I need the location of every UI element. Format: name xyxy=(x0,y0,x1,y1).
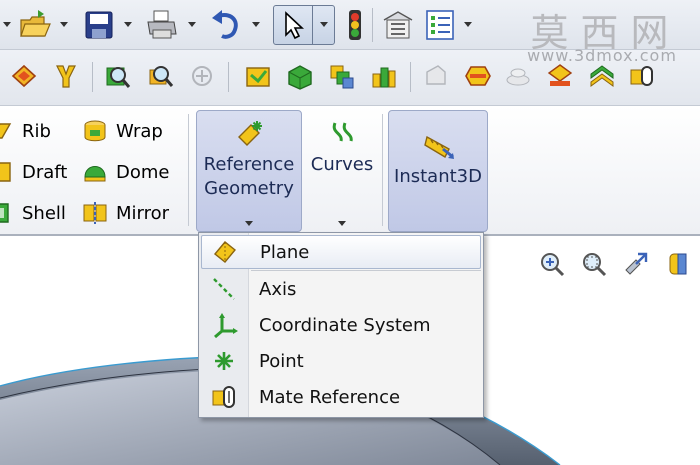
revolved-cut-icon[interactable] xyxy=(286,62,314,90)
lofted-cut-icon[interactable] xyxy=(370,62,398,90)
select-divider xyxy=(312,5,313,45)
extruded-cut-icon[interactable] xyxy=(244,62,272,90)
sweep-magnifier-icon[interactable] xyxy=(104,62,132,90)
toolbar-separator xyxy=(228,62,229,92)
extrude-diamond-icon[interactable] xyxy=(10,62,38,90)
save-icon[interactable] xyxy=(82,8,116,42)
reference-geometry-menu: Plane Axis Coordinate System Point Mate … xyxy=(198,232,484,418)
command-separator xyxy=(382,114,383,226)
instant3d-button[interactable]: Instant3D xyxy=(388,110,488,232)
open-folder-icon[interactable] xyxy=(18,8,54,42)
stacked-chevron-icon[interactable] xyxy=(588,62,616,90)
curves-dropdown-arrow-icon[interactable] xyxy=(338,221,346,226)
menu-item-plane[interactable]: Plane xyxy=(201,235,481,269)
section-view-icon[interactable] xyxy=(664,250,692,278)
reference-geometry-icon xyxy=(238,121,262,146)
toolbar-separator xyxy=(410,62,411,92)
menu-item-axis-label: Axis xyxy=(259,278,297,300)
traffic-light-icon[interactable] xyxy=(344,8,366,42)
print-icon[interactable] xyxy=(144,8,180,42)
features-toolbar: www.3dmox.com xyxy=(0,46,700,106)
coordinate-system-icon xyxy=(214,313,238,339)
menu-item-plane-label: Plane xyxy=(260,241,310,263)
command-separator xyxy=(188,114,189,226)
watermark-url: www.3dmox.com xyxy=(527,46,677,65)
fillet-disabled-icon[interactable] xyxy=(422,62,450,90)
draft-button[interactable]: Draft xyxy=(0,157,67,187)
zoom-to-fit-icon[interactable] xyxy=(538,250,566,278)
command-manager: Rib Draft Shell Wrap Dome Mirror Referen… xyxy=(0,106,700,236)
menu-item-coordinate-system-label: Coordinate System xyxy=(259,314,431,336)
previous-view-icon[interactable] xyxy=(622,250,650,278)
linear-pattern-disabled-icon[interactable] xyxy=(504,62,532,90)
rib-button[interactable]: Rib xyxy=(0,116,51,146)
menu-item-axis[interactable]: Axis xyxy=(201,272,481,306)
menu-item-point[interactable]: Point xyxy=(201,344,481,378)
save-dropdown-arrow-icon[interactable] xyxy=(124,22,132,27)
curves-button[interactable]: Curves xyxy=(306,110,378,232)
dome-label: Dome xyxy=(116,161,170,183)
boundary-disabled-icon[interactable] xyxy=(188,62,216,90)
menu-item-coordinate-system[interactable]: Coordinate System xyxy=(201,308,481,342)
point-icon xyxy=(215,352,233,370)
hole-wizard-icon[interactable] xyxy=(546,62,574,90)
mate-reference-icon xyxy=(212,386,235,408)
mate-bracket-icon[interactable] xyxy=(628,62,656,90)
toolbar-separator xyxy=(92,62,93,92)
swept-cut-icon[interactable] xyxy=(328,62,356,90)
dome-button[interactable]: Dome xyxy=(82,157,169,187)
mirror-label: Mirror xyxy=(116,202,170,224)
wrap-icon xyxy=(84,120,106,142)
dome-icon xyxy=(84,166,106,182)
rib-icon xyxy=(0,123,12,139)
select-arrow-icon xyxy=(285,11,305,40)
open-dropdown-arrow-icon[interactable] xyxy=(60,22,68,27)
menu-item-mate-reference[interactable]: Mate Reference xyxy=(201,380,481,414)
menu-item-point-label: Point xyxy=(259,350,304,372)
reference-geometry-label-line2: Geometry xyxy=(204,178,294,199)
plane-icon xyxy=(214,241,236,263)
instant3d-label: Instant3D xyxy=(394,166,482,187)
draft-label: Draft xyxy=(22,161,68,183)
draft-icon xyxy=(0,162,11,182)
menu-divider xyxy=(251,270,481,271)
standard-toolbar: 莫西网 xyxy=(0,0,700,55)
undo-dropdown-arrow-icon[interactable] xyxy=(252,22,260,27)
revolve-fork-icon[interactable] xyxy=(52,62,80,90)
file-properties-icon[interactable] xyxy=(380,8,416,42)
wrap-button[interactable]: Wrap xyxy=(82,116,163,146)
shell-button[interactable]: Shell xyxy=(0,198,66,228)
reference-geometry-button[interactable]: Reference Geometry xyxy=(196,110,302,232)
dropdown-arrow-icon[interactable] xyxy=(3,22,11,27)
select-dropdown-arrow-icon[interactable] xyxy=(320,22,328,27)
wrap-label: Wrap xyxy=(116,120,163,142)
reference-geometry-dropdown-arrow-icon[interactable] xyxy=(245,221,253,226)
toolbar-separator xyxy=(372,8,373,42)
rib-label: Rib xyxy=(22,120,51,142)
print-dropdown-arrow-icon[interactable] xyxy=(188,22,196,27)
curves-icon xyxy=(332,122,353,142)
reference-geometry-label-line1: Reference xyxy=(203,154,295,175)
menu-item-mate-reference-label: Mate Reference xyxy=(259,386,401,408)
options-list-icon[interactable] xyxy=(424,8,456,42)
chamfer-hex-icon[interactable] xyxy=(464,62,492,90)
loft-magnifier-icon[interactable] xyxy=(146,62,174,90)
options-dropdown-arrow-icon[interactable] xyxy=(464,22,472,27)
mirror-button[interactable]: Mirror xyxy=(82,198,169,228)
mirror-icon xyxy=(83,202,107,224)
instant3d-icon xyxy=(424,135,454,159)
axis-icon xyxy=(213,278,235,300)
undo-icon[interactable] xyxy=(208,8,244,42)
curves-label: Curves xyxy=(310,154,374,175)
shell-icon xyxy=(0,203,9,223)
zoom-to-area-icon[interactable] xyxy=(580,250,608,278)
shell-label: Shell xyxy=(22,202,66,224)
